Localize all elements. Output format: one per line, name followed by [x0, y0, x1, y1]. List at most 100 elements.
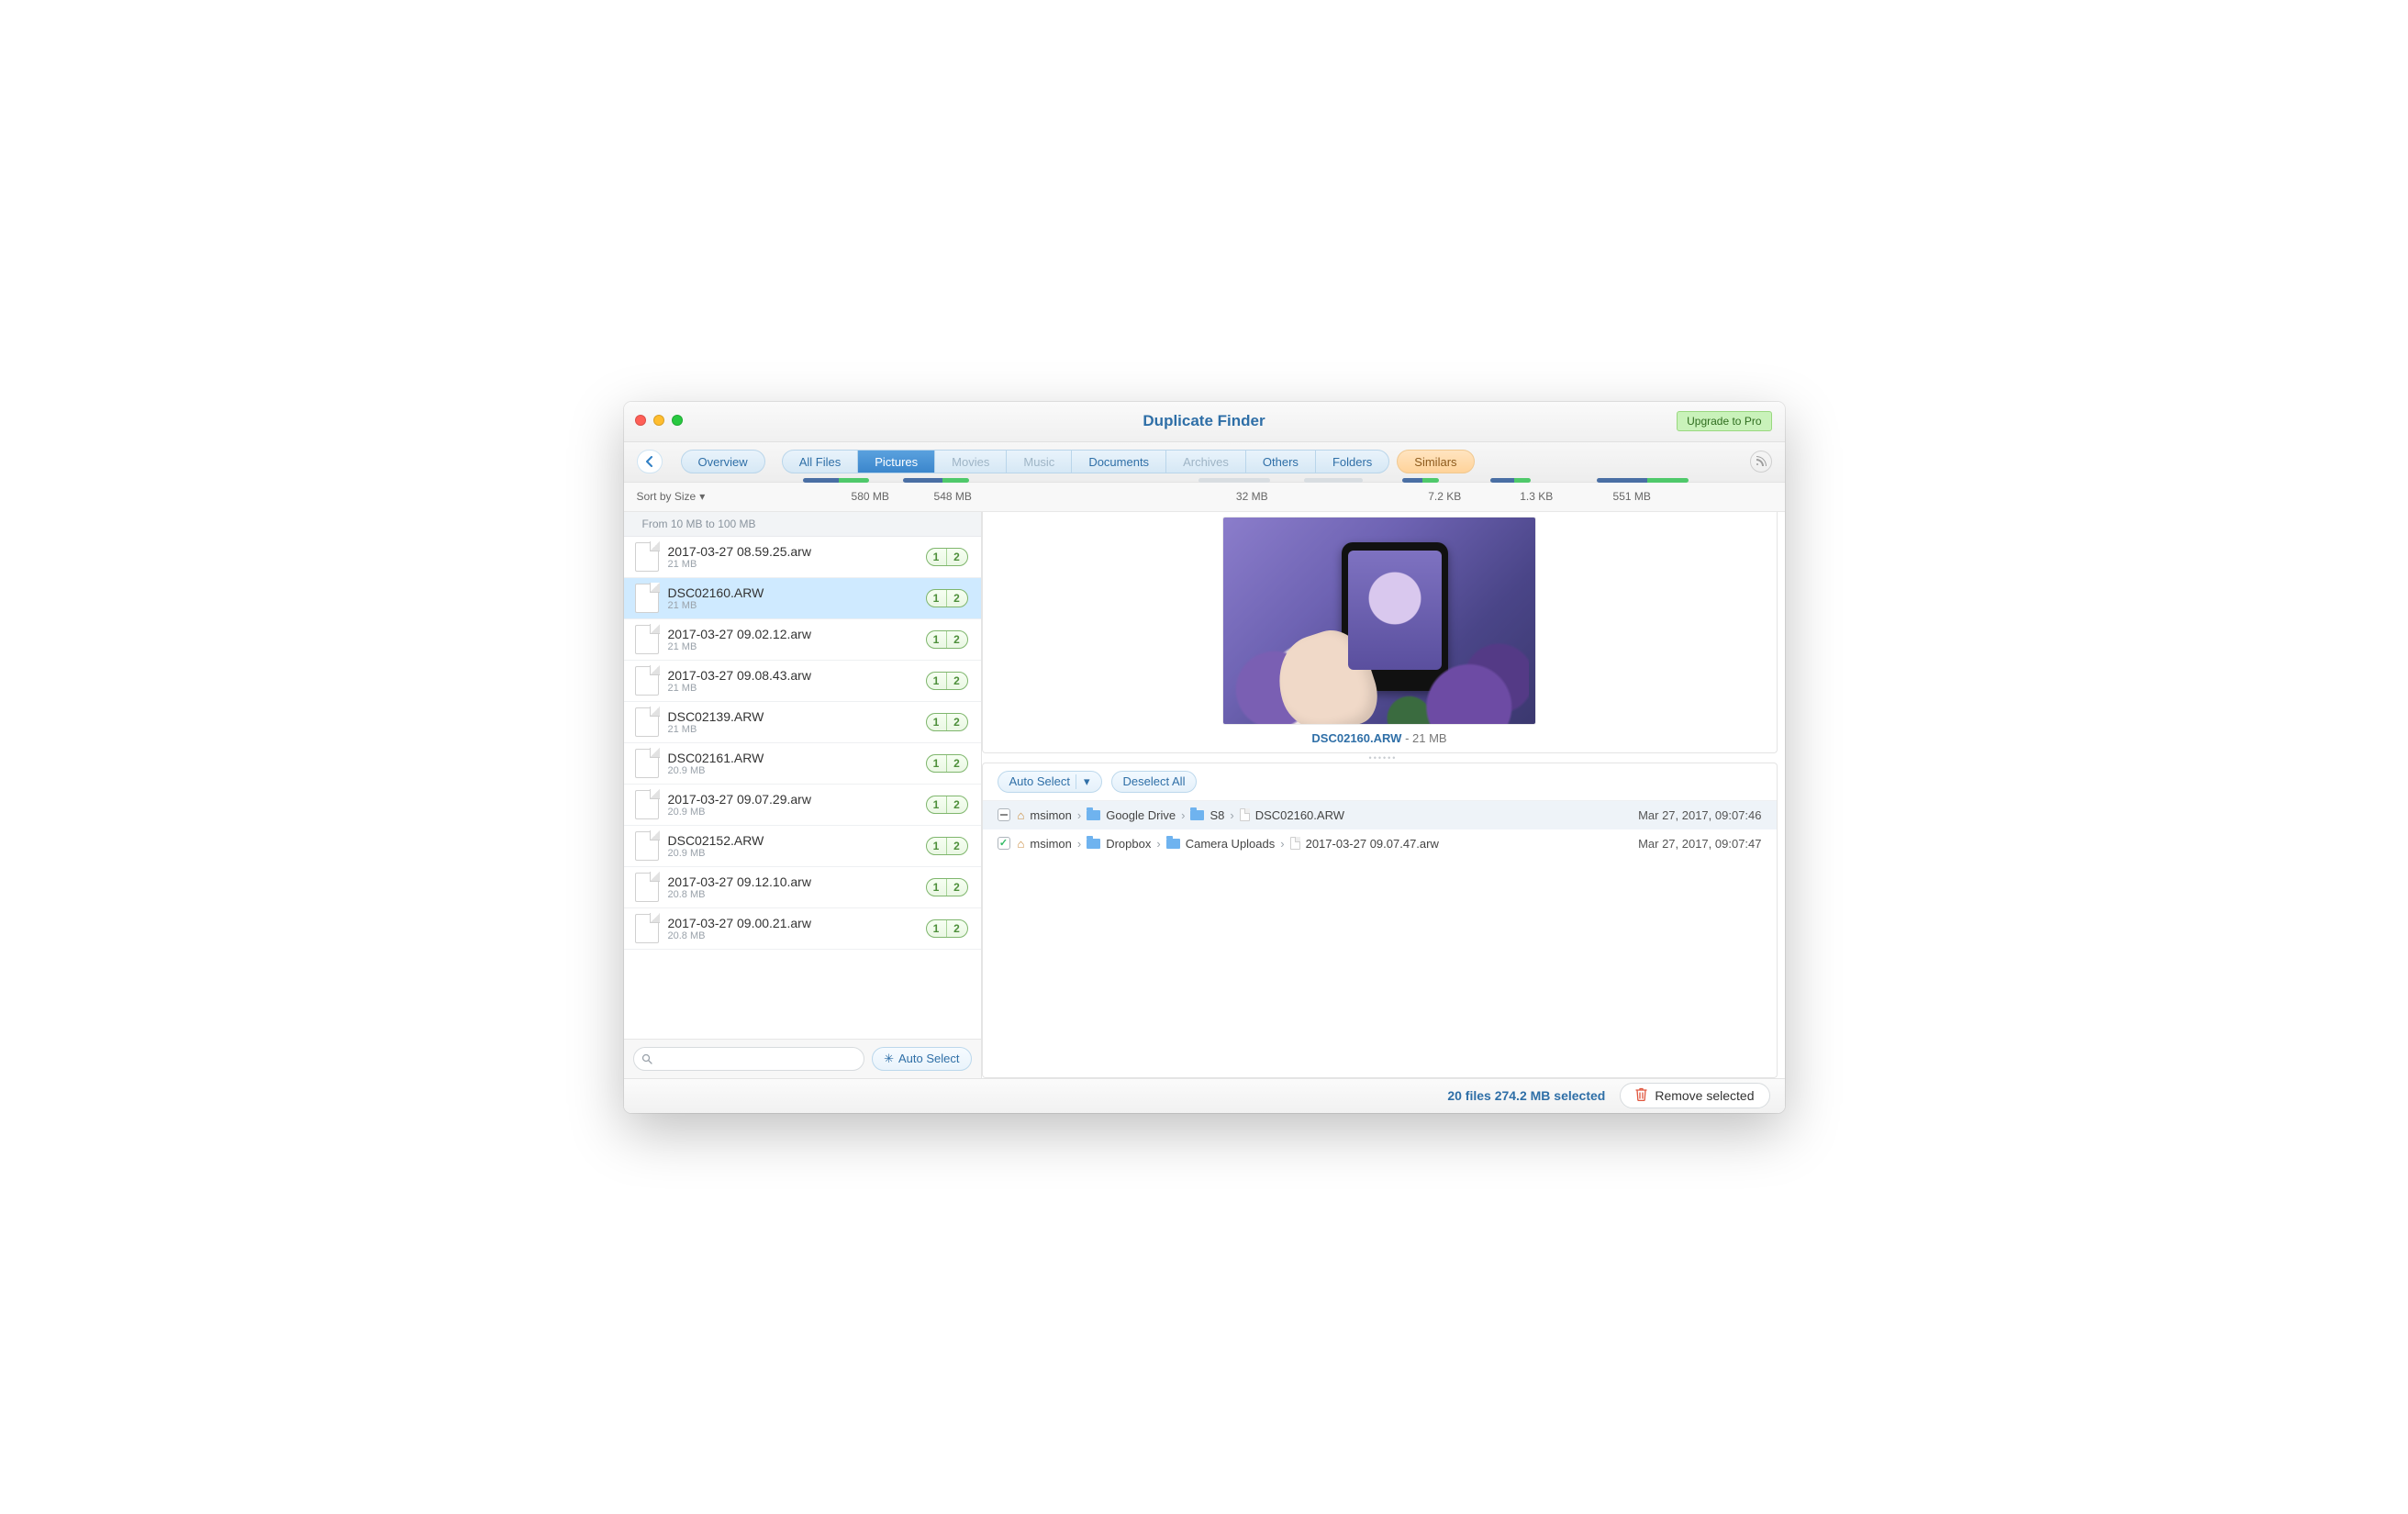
tab-overview[interactable]: Overview [681, 450, 765, 473]
main: From 10 MB to 100 MB 2017-03-27 08.59.25… [624, 512, 1785, 1078]
duplicate-count-pill[interactable]: 12 [926, 796, 968, 814]
file-size: 21 MB [668, 600, 917, 611]
file-size: 21 MB [668, 724, 917, 735]
file-row[interactable]: 2017-03-27 09.12.10.arw20.8 MB 12 [624, 867, 981, 908]
resize-grip[interactable]: •••••• [982, 753, 1785, 763]
preview-image [1223, 518, 1535, 724]
close-icon[interactable] [635, 415, 646, 426]
file-size: 20.9 MB [668, 765, 917, 776]
tab-pictures[interactable]: Pictures [858, 451, 935, 473]
breadcrumb[interactable]: ⌂msimon›Dropbox›Camera Uploads›2017-03-2… [1018, 837, 1632, 851]
tab-documents[interactable]: Documents [1072, 451, 1166, 473]
row-checkbox[interactable] [998, 837, 1010, 850]
chevron-left-icon [645, 456, 654, 467]
tab-folders[interactable]: Folders [1316, 451, 1388, 473]
file-icon [1240, 808, 1250, 821]
tab-all-files[interactable]: All Files [783, 451, 859, 473]
folder-icon [1087, 810, 1100, 820]
tab-movies[interactable]: Movies [935, 451, 1007, 473]
toolbar: Overview All Files Pictures Movies Music… [624, 442, 1785, 483]
sidebar-footer: ✳ Auto Select [624, 1039, 981, 1078]
duplicate-count-pill[interactable]: 12 [926, 630, 968, 649]
size-others: 7.2 KB [1395, 490, 1494, 503]
tab-others[interactable]: Others [1246, 451, 1316, 473]
crumb-segment: Google Drive [1106, 808, 1176, 822]
deselect-all-button[interactable]: Deselect All [1111, 771, 1198, 793]
remove-selected-button[interactable]: Remove selected [1620, 1083, 1769, 1108]
file-list[interactable]: 2017-03-27 08.59.25.arw21 MB12DSC02160.A… [624, 537, 981, 1039]
file-row[interactable]: DSC02139.ARW21 MB 12 [624, 702, 981, 743]
home-icon: ⌂ [1018, 837, 1025, 851]
file-row[interactable]: 2017-03-27 09.02.12.arw21 MB 12 [624, 619, 981, 661]
file-name: DSC02139.ARW [668, 709, 917, 724]
row-checkbox[interactable] [998, 808, 1010, 821]
file-info: 2017-03-27 09.12.10.arw20.8 MB [668, 874, 917, 900]
back-button[interactable] [637, 450, 663, 473]
file-icon [635, 831, 659, 861]
auto-select-split-button[interactable]: Auto Select ▾ [998, 771, 1102, 793]
duplicate-count-pill[interactable]: 12 [926, 754, 968, 773]
file-name: DSC02161.ARW [668, 751, 917, 765]
crumb-segment: 2017-03-27 09.07.47.arw [1306, 837, 1439, 851]
file-size: 21 MB [668, 641, 917, 652]
duplicate-count-pill[interactable]: 12 [926, 837, 968, 855]
crumb-segment: msimon [1030, 808, 1072, 822]
duplicate-count-pill[interactable]: 12 [926, 672, 968, 690]
auto-select-button[interactable]: ✳ Auto Select [872, 1047, 971, 1071]
file-row[interactable]: DSC02161.ARW20.9 MB 12 [624, 743, 981, 785]
file-row[interactable]: 2017-03-27 08.59.25.arw21 MB 12 [624, 537, 981, 578]
tab-archives[interactable]: Archives [1166, 451, 1246, 473]
duplicate-row[interactable]: ⌂msimon›Google Drive›S8›DSC02160.ARWMar … [983, 801, 1777, 829]
file-row[interactable]: 2017-03-27 09.07.29.arw20.9 MB12 [624, 785, 981, 826]
chevron-down-icon[interactable]: ▾ [1076, 774, 1098, 789]
count-selected: 1 [927, 755, 947, 772]
file-icon [635, 873, 659, 902]
row-date: Mar 27, 2017, 09:07:46 [1638, 808, 1761, 822]
maximize-icon[interactable] [672, 415, 683, 426]
upgrade-button[interactable]: Upgrade to Pro [1677, 411, 1771, 431]
count-total: 2 [947, 755, 967, 772]
crumb-segment: Camera Uploads [1186, 837, 1276, 851]
duplicate-count-pill[interactable]: 12 [926, 878, 968, 896]
file-name: 2017-03-27 09.07.29.arw [668, 792, 917, 807]
count-total: 2 [947, 714, 967, 730]
duplicate-count-pill[interactable]: 12 [926, 713, 968, 731]
tab-similars[interactable]: Similars [1397, 450, 1474, 473]
count-selected: 1 [927, 631, 947, 648]
duplicates-toolbar: Auto Select ▾ Deselect All [983, 763, 1777, 801]
file-info: 2017-03-27 09.02.12.arw21 MB [668, 627, 917, 652]
duplicate-count-pill[interactable]: 12 [926, 548, 968, 566]
file-info: DSC02160.ARW21 MB [668, 585, 917, 611]
duplicate-count-pill[interactable]: 12 [926, 589, 968, 607]
rss-icon[interactable] [1750, 451, 1772, 473]
count-total: 2 [947, 879, 967, 896]
duplicate-row[interactable]: ⌂msimon›Dropbox›Camera Uploads›2017-03-2… [983, 829, 1777, 858]
folder-icon [1166, 839, 1180, 849]
count-selected: 1 [927, 549, 947, 565]
tab-music[interactable]: Music [1007, 451, 1072, 473]
minimize-icon[interactable] [653, 415, 664, 426]
duplicates-rows: ⌂msimon›Google Drive›S8›DSC02160.ARWMar … [983, 801, 1777, 858]
remove-selected-label: Remove selected [1655, 1088, 1754, 1103]
file-row[interactable]: DSC02160.ARW21 MB 12 [624, 578, 981, 619]
search-input[interactable] [633, 1047, 865, 1071]
count-selected: 1 [927, 879, 947, 896]
file-row[interactable]: DSC02152.ARW20.9 MB 12 [624, 826, 981, 867]
sort-by-dropdown[interactable]: Sort by Size ▾ [637, 490, 706, 503]
file-info: 2017-03-27 08.59.25.arw21 MB [668, 544, 917, 570]
file-name: 2017-03-27 08.59.25.arw [668, 544, 917, 559]
count-selected: 1 [927, 838, 947, 854]
file-icon [1290, 837, 1300, 850]
file-size: 20.8 MB [668, 889, 917, 900]
breadcrumb[interactable]: ⌂msimon›Google Drive›S8›DSC02160.ARW [1018, 808, 1632, 822]
file-name: DSC02152.ARW [668, 833, 917, 848]
file-size: 20.9 MB [668, 848, 917, 859]
file-row[interactable]: 2017-03-27 09.00.21.arw20.8 MB12 [624, 908, 981, 950]
size-similars: 551 MB [1578, 490, 1685, 503]
crumb-segment: msimon [1030, 837, 1072, 851]
search-field[interactable] [652, 1052, 857, 1065]
home-icon: ⌂ [1018, 808, 1025, 822]
sidebar: From 10 MB to 100 MB 2017-03-27 08.59.25… [624, 512, 982, 1078]
file-row[interactable]: 2017-03-27 09.08.43.arw21 MB12 [624, 661, 981, 702]
duplicate-count-pill[interactable]: 12 [926, 919, 968, 938]
